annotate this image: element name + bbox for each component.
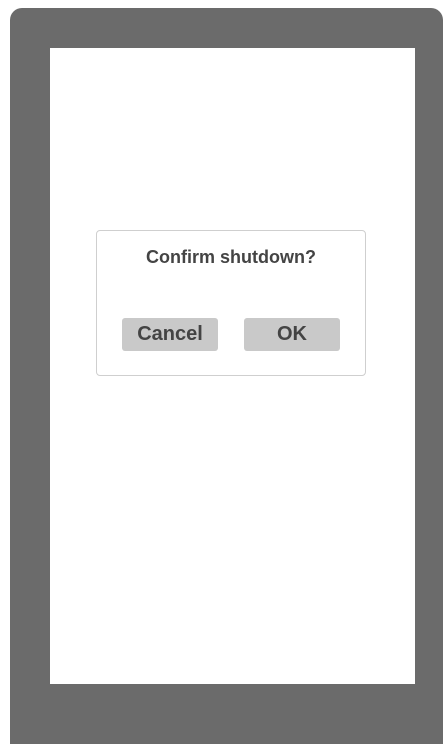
- device-screen: Confirm shutdown? Cancel OK: [50, 48, 415, 684]
- ok-button[interactable]: OK: [244, 318, 340, 351]
- dialog-message: Confirm shutdown?: [146, 247, 316, 267]
- device-frame: Confirm shutdown? Cancel OK: [10, 8, 443, 744]
- shutdown-confirm-dialog: Confirm shutdown? Cancel OK: [96, 230, 366, 376]
- cancel-button[interactable]: Cancel: [122, 318, 218, 351]
